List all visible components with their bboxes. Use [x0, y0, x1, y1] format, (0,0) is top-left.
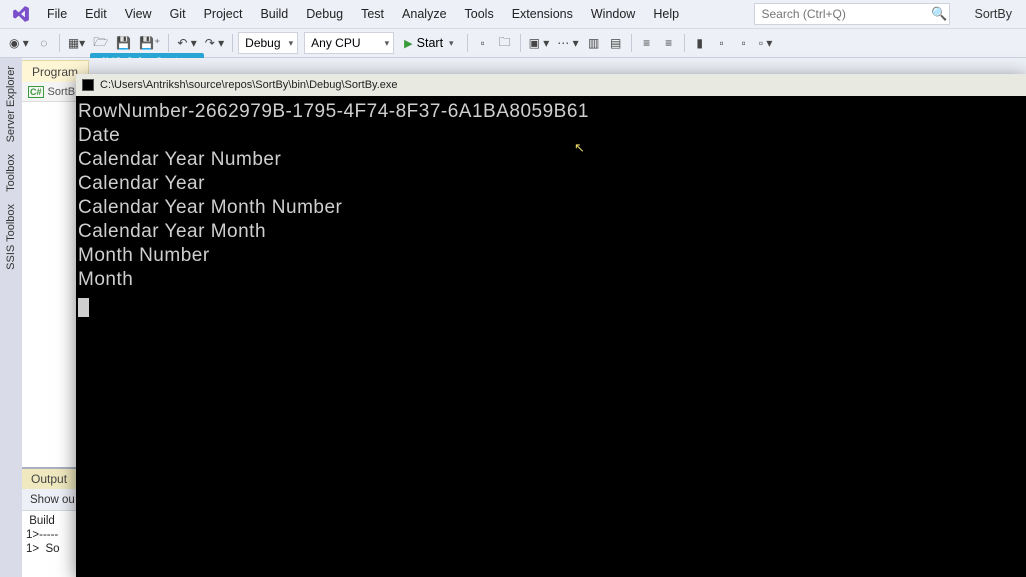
output-tab[interactable]: Output — [22, 469, 76, 489]
tool-btn-4[interactable]: ⋯ ▾ — [554, 32, 581, 54]
uncomment-button[interactable]: ▫ — [712, 32, 732, 54]
open-file-button[interactable]: 🗁 — [90, 32, 111, 54]
side-tab-toolbox[interactable]: Toolbox — [3, 150, 19, 196]
console-line: Calendar Year Month Number — [76, 196, 1026, 220]
nav-fwd-button[interactable]: ◌ — [34, 32, 54, 54]
menu-view[interactable]: View — [116, 3, 161, 25]
comment-button[interactable]: ▮ — [690, 32, 710, 54]
console-line: RowNumber-2662979B-1795-4F74-8F37-6A1BA8… — [76, 100, 1026, 124]
tool-btn-1[interactable]: ▫ — [473, 32, 493, 54]
console-line: Month — [76, 268, 1026, 292]
bookmark-button[interactable]: ▫ — [734, 32, 754, 54]
nav-back-button[interactable]: ◉ ▾ — [6, 32, 32, 54]
menu-edit[interactable]: Edit — [76, 3, 116, 25]
menu-extensions[interactable]: Extensions — [503, 3, 582, 25]
tool-btn-6[interactable]: ▤ — [606, 32, 626, 54]
side-tab-ssis-toolbox[interactable]: SSIS Toolbox — [3, 200, 19, 274]
bookmark-next-button[interactable]: ▫ ▾ — [756, 32, 776, 54]
start-debug-button[interactable]: ▶ Start — [396, 32, 461, 54]
save-button[interactable]: 💾 — [113, 32, 134, 54]
solution-name: SortBy — [960, 3, 1026, 25]
menu-test[interactable]: Test — [352, 3, 393, 25]
console-line: Calendar Year Number — [76, 148, 1026, 172]
indent-left-button[interactable]: ≡ — [637, 32, 657, 54]
console-title-text: C:\Users\Antriksh\source\repos\SortBy\bi… — [100, 79, 398, 91]
search-input[interactable] — [755, 7, 929, 21]
search-icon[interactable]: 🔍 — [929, 6, 949, 22]
console-line: Date — [76, 124, 1026, 148]
menu-tools[interactable]: Tools — [456, 3, 503, 25]
tool-btn-2[interactable]: 🗀 — [495, 32, 515, 54]
new-project-button[interactable]: ▦▾ — [65, 32, 88, 54]
console-output[interactable]: RowNumber-2662979B-1795-4F74-8F37-6A1BA8… — [76, 96, 1026, 577]
console-line: Calendar Year Month — [76, 220, 1026, 244]
console-line: Month Number — [76, 244, 1026, 268]
redo-button[interactable]: ↷ ▾ — [202, 32, 227, 54]
menu-build[interactable]: Build — [251, 3, 297, 25]
tool-btn-3[interactable]: ▣ ▾ — [526, 32, 553, 54]
console-window[interactable]: C:\Users\Antriksh\source\repos\SortBy\bi… — [76, 74, 1026, 577]
console-titlebar[interactable]: C:\Users\Antriksh\source\repos\SortBy\bi… — [76, 74, 1026, 96]
vs-logo-icon — [10, 3, 32, 25]
menu-file[interactable]: File — [38, 3, 76, 25]
quick-search[interactable]: 🔍 — [754, 3, 950, 25]
menu-window[interactable]: Window — [582, 3, 644, 25]
platform-dropdown[interactable]: Any CPU — [304, 32, 394, 54]
menu-help[interactable]: Help — [644, 3, 688, 25]
menu-analyze[interactable]: Analyze — [393, 3, 455, 25]
undo-button[interactable]: ↶ ▾ — [174, 32, 199, 54]
menu-bar: File Edit View Git Project Build Debug T… — [0, 0, 1026, 28]
console-line: Calendar Year — [76, 172, 1026, 196]
cs-icon: C# — [28, 86, 44, 98]
start-label: Start — [417, 36, 443, 50]
editor-context-label: SortB — [48, 86, 76, 98]
menu-project[interactable]: Project — [195, 3, 252, 25]
menu-git[interactable]: Git — [161, 3, 195, 25]
config-dropdown[interactable]: Debug — [238, 32, 298, 54]
play-icon: ▶ — [404, 37, 412, 50]
side-tab-server-explorer[interactable]: Server Explorer — [3, 62, 19, 146]
console-cursor — [78, 298, 89, 317]
menu-debug[interactable]: Debug — [297, 3, 352, 25]
console-icon — [82, 79, 94, 91]
left-tool-tabs: Server Explorer Toolbox SSIS Toolbox — [0, 58, 22, 577]
tool-btn-5[interactable]: ▥ — [584, 32, 604, 54]
save-all-button[interactable]: 💾⁺ — [136, 32, 163, 54]
indent-right-button[interactable]: ≡ — [659, 32, 679, 54]
